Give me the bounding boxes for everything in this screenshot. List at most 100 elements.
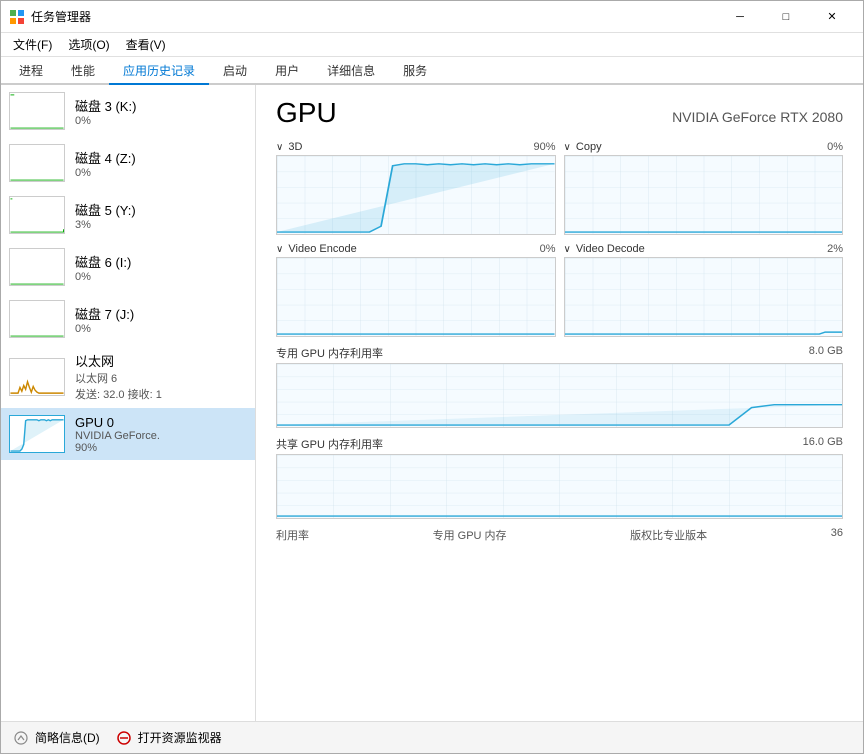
gpu0-sub: NVIDIA GeForce. bbox=[75, 430, 160, 442]
disk5-name: 磁盘 5 (Y:) bbox=[75, 200, 136, 219]
chart-3d-canvas bbox=[276, 155, 556, 235]
chart-3d-value: 90% bbox=[533, 141, 555, 153]
ethernet-info: 以太网 以太网 6 发送: 32.0 接收: 1 bbox=[75, 351, 162, 402]
task-manager-window: 任务管理器 ─ □ ✕ 文件(F) 选项(O) 查看(V) 进程 性能 应用历史… bbox=[0, 0, 864, 754]
dedicated-mem-canvas bbox=[276, 363, 843, 428]
disk5-mini-chart bbox=[9, 196, 65, 234]
disk5-info: 磁盘 5 (Y:) 3% bbox=[75, 200, 136, 231]
disk4-mini-chart bbox=[9, 144, 65, 182]
chart-copy-value: 0% bbox=[827, 141, 843, 153]
ethernet-percent: 发送: 32.0 接收: 1 bbox=[75, 386, 162, 402]
shared-mem-label: 共享 GPU 内存利用率 bbox=[276, 436, 383, 452]
ethernet-mini-chart bbox=[9, 358, 65, 396]
tab-bar: 进程 性能 应用历史记录 启动 用户 详细信息 服务 bbox=[1, 57, 863, 85]
disk7-percent: 0% bbox=[75, 323, 134, 335]
app-icon bbox=[9, 9, 25, 25]
tab-performance[interactable]: 性能 bbox=[57, 58, 109, 85]
dedicated-mem-label: 专用 GPU 内存利用率 bbox=[276, 345, 383, 361]
chart-copy: ∨ Copy 0% bbox=[564, 141, 844, 235]
tab-services[interactable]: 服务 bbox=[389, 58, 441, 85]
chart-3d: ∨ 3D 90% bbox=[276, 141, 556, 235]
window-controls: ─ □ ✕ bbox=[717, 1, 855, 33]
menu-file[interactable]: 文件(F) bbox=[5, 34, 60, 55]
disk3-info: 磁盘 3 (K:) 0% bbox=[75, 96, 136, 127]
tab-app-history[interactable]: 应用历史记录 bbox=[109, 58, 209, 85]
disk4-info: 磁盘 4 (Z:) 0% bbox=[75, 148, 136, 179]
disk7-name: 磁盘 7 (J:) bbox=[75, 304, 134, 323]
disk6-name: 磁盘 6 (I:) bbox=[75, 252, 131, 271]
tab-startup[interactable]: 启动 bbox=[209, 58, 261, 85]
summary-label: 简略信息(D) bbox=[35, 729, 100, 746]
bottom-label-shared: 版权比专业版本 bbox=[630, 527, 707, 543]
disk3-mini-chart bbox=[9, 92, 65, 130]
gpu0-info: GPU 0 NVIDIA GeForce. 90% bbox=[75, 415, 160, 454]
disk7-mini-chart bbox=[9, 300, 65, 338]
disk5-percent: 3% bbox=[75, 219, 136, 231]
sidebar: 磁盘 3 (K:) 0% 磁盘 4 (Z:) 0% bbox=[1, 85, 256, 721]
tab-users[interactable]: 用户 bbox=[261, 58, 313, 85]
bottom-labels: 利用率 专用 GPU 内存 版权比专业版本 36 bbox=[276, 527, 843, 543]
chart-3d-label-row: ∨ 3D 90% bbox=[276, 141, 556, 153]
bottom-label-dedicated: 专用 GPU 内存 bbox=[433, 527, 507, 543]
gpu0-mini-chart bbox=[9, 415, 65, 453]
shared-mem-canvas bbox=[276, 454, 843, 519]
dedicated-mem-value: 8.0 GB bbox=[809, 345, 843, 361]
sidebar-item-ethernet[interactable]: 以太网 以太网 6 发送: 32.0 接收: 1 bbox=[1, 345, 255, 408]
charts-grid: ∨ 3D 90% bbox=[276, 141, 843, 337]
open-monitor-label: 打开资源监视器 bbox=[138, 729, 222, 746]
open-monitor-button[interactable]: 打开资源监视器 bbox=[116, 729, 222, 746]
chevron-up-icon bbox=[13, 730, 29, 746]
tab-details[interactable]: 详细信息 bbox=[313, 58, 389, 85]
disk3-name: 磁盘 3 (K:) bbox=[75, 96, 136, 115]
dedicated-mem-label-row: 专用 GPU 内存利用率 8.0 GB bbox=[276, 345, 843, 361]
sidebar-item-disk6[interactable]: 磁盘 6 (I:) 0% bbox=[1, 241, 255, 293]
chart-3d-label: ∨ 3D bbox=[276, 141, 302, 153]
maximize-button[interactable]: □ bbox=[763, 1, 809, 33]
chart-copy-canvas bbox=[564, 155, 844, 235]
bottom-label-num: 36 bbox=[831, 527, 843, 543]
chart-encode-value: 0% bbox=[540, 243, 556, 255]
sidebar-item-gpu0[interactable]: GPU 0 NVIDIA GeForce. 90% bbox=[1, 408, 255, 460]
gpu0-name: GPU 0 bbox=[75, 415, 160, 430]
chart-copy-label-row: ∨ Copy 0% bbox=[564, 141, 844, 153]
chart-encode-canvas bbox=[276, 257, 556, 337]
detail-panel: GPU NVIDIA GeForce RTX 2080 ∨ 3D 90% bbox=[256, 85, 863, 721]
chart-encode-label: ∨ Video Encode bbox=[276, 243, 357, 255]
chart-decode-canvas bbox=[564, 257, 844, 337]
chart-decode-label: ∨ Video Decode bbox=[564, 243, 645, 255]
gpu-model: NVIDIA GeForce RTX 2080 bbox=[672, 109, 843, 125]
sidebar-item-disk3[interactable]: 磁盘 3 (K:) 0% bbox=[1, 85, 255, 137]
title-bar: 任务管理器 ─ □ ✕ bbox=[1, 1, 863, 33]
chart-copy-label: ∨ Copy bbox=[564, 141, 602, 153]
bottom-label-usage: 利用率 bbox=[276, 527, 309, 543]
sidebar-item-disk4[interactable]: 磁盘 4 (Z:) 0% bbox=[1, 137, 255, 189]
disk4-name: 磁盘 4 (Z:) bbox=[75, 148, 136, 167]
ethernet-name: 以太网 bbox=[75, 351, 162, 370]
main-content: 磁盘 3 (K:) 0% 磁盘 4 (Z:) 0% bbox=[1, 85, 863, 721]
menu-view[interactable]: 查看(V) bbox=[118, 34, 174, 55]
disk4-percent: 0% bbox=[75, 167, 136, 179]
shared-mem-value: 16.0 GB bbox=[803, 436, 843, 452]
disk6-percent: 0% bbox=[75, 271, 131, 283]
close-button[interactable]: ✕ bbox=[809, 1, 855, 33]
minimize-button[interactable]: ─ bbox=[717, 1, 763, 33]
chart-decode-value: 2% bbox=[827, 243, 843, 255]
disk6-info: 磁盘 6 (I:) 0% bbox=[75, 252, 131, 283]
gpu-header: GPU NVIDIA GeForce RTX 2080 bbox=[276, 97, 843, 129]
tab-process[interactable]: 进程 bbox=[5, 58, 57, 85]
sidebar-item-disk5[interactable]: 磁盘 5 (Y:) 3% bbox=[1, 189, 255, 241]
chart-decode: ∨ Video Decode 2% bbox=[564, 243, 844, 337]
disk7-info: 磁盘 7 (J:) 0% bbox=[75, 304, 134, 335]
sidebar-item-disk7[interactable]: 磁盘 7 (J:) 0% bbox=[1, 293, 255, 345]
chart-dedicated-mem: 专用 GPU 内存利用率 8.0 GB bbox=[276, 345, 843, 428]
chart-encode-label-row: ∨ Video Encode 0% bbox=[276, 243, 556, 255]
chart-shared-mem: 共享 GPU 内存利用率 16.0 GB bbox=[276, 436, 843, 519]
summary-button[interactable]: 简略信息(D) bbox=[13, 729, 100, 746]
no-sign-icon bbox=[116, 730, 132, 746]
menu-options[interactable]: 选项(O) bbox=[60, 34, 117, 55]
ethernet-sub: 以太网 6 bbox=[75, 370, 162, 386]
shared-mem-label-row: 共享 GPU 内存利用率 16.0 GB bbox=[276, 436, 843, 452]
disk3-percent: 0% bbox=[75, 115, 136, 127]
disk6-mini-chart bbox=[9, 248, 65, 286]
status-bar: 简略信息(D) 打开资源监视器 bbox=[1, 721, 863, 753]
